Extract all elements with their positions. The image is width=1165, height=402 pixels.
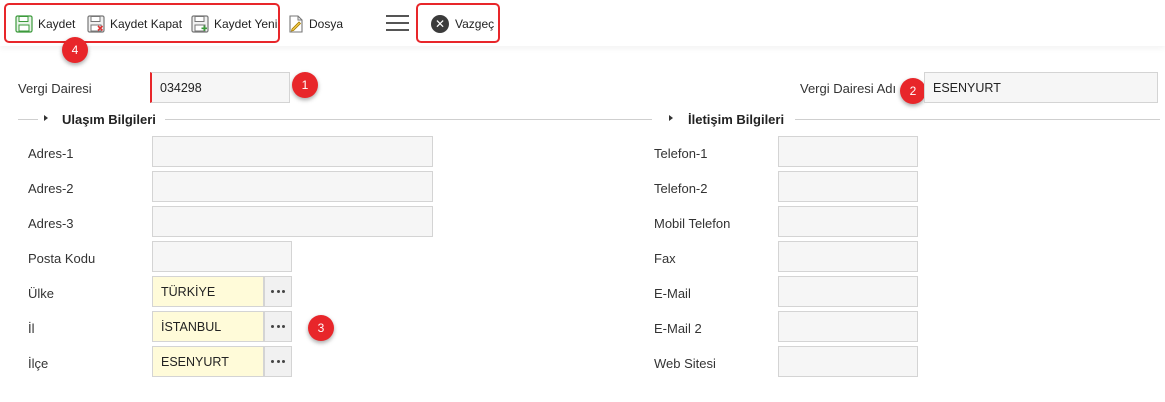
menu-icon[interactable] (386, 15, 409, 33)
save-close-label: Kaydet Kapat (110, 17, 183, 31)
save-close-icon (87, 15, 105, 33)
step-badge-1: 1 (292, 72, 318, 98)
email-input[interactable] (778, 276, 918, 307)
country-lookup-button[interactable] (264, 276, 292, 307)
city-lookup-button[interactable] (264, 311, 292, 342)
address2-label: Adres-2 (28, 181, 74, 196)
step-badge-4: 4 (62, 37, 88, 63)
phone2-label: Telefon-2 (654, 181, 708, 196)
address3-input[interactable] (152, 206, 433, 237)
postal-code-input[interactable] (152, 241, 292, 272)
tax-office-input[interactable] (150, 72, 290, 103)
contact-section-line (795, 119, 1160, 120)
email-label: E-Mail (654, 286, 691, 301)
cancel-button[interactable]: ✕ Vazgeç (431, 12, 494, 36)
more-dots-icon (270, 290, 287, 293)
address-section-title: Ulaşım Bilgileri (62, 112, 156, 127)
save-new-button[interactable]: Kaydet Yeni (190, 12, 277, 36)
expand-caret-icon[interactable] (44, 115, 48, 121)
address3-label: Adres-3 (28, 216, 74, 231)
district-lookup-button[interactable] (264, 346, 292, 377)
save-button[interactable]: Kaydet (14, 12, 75, 36)
postal-code-label: Posta Kodu (28, 251, 96, 266)
tax-office-name-input[interactable] (924, 72, 1158, 103)
website-input[interactable] (778, 346, 918, 377)
save-icon (15, 15, 33, 33)
phone2-input[interactable] (778, 171, 918, 202)
address2-input[interactable] (152, 171, 433, 202)
step-badge-3: 3 (308, 315, 334, 341)
file-icon (289, 15, 303, 33)
address-section-line-left (18, 119, 38, 120)
save-close-button[interactable]: Kaydet Kapat (86, 12, 182, 36)
close-icon: ✕ (431, 15, 449, 33)
address-section-line-right (165, 119, 652, 120)
city-input[interactable] (152, 311, 264, 342)
file-label: Dosya (309, 17, 344, 31)
save-new-label: Kaydet Yeni (214, 17, 278, 31)
phone1-input[interactable] (778, 136, 918, 167)
district-label: İlçe (28, 356, 49, 371)
email2-label: E-Mail 2 (654, 321, 702, 336)
step-badge-2: 2 (900, 78, 926, 104)
city-label: İl (28, 321, 35, 336)
file-button[interactable]: Dosya (287, 12, 343, 36)
country-input[interactable] (152, 276, 264, 307)
tax-office-label: Vergi Dairesi (18, 81, 92, 96)
contact-section-title: İletişim Bilgileri (688, 112, 785, 127)
cancel-label: Vazgeç (455, 17, 495, 31)
more-dots-icon (270, 360, 287, 363)
fax-input[interactable] (778, 241, 918, 272)
tax-office-name-label: Vergi Dairesi Adı (800, 81, 897, 96)
mobile-phone-label: Mobil Telefon (654, 216, 731, 231)
save-new-icon (191, 15, 209, 33)
email2-input[interactable] (778, 311, 918, 342)
save-label: Kaydet (38, 17, 76, 31)
country-label: Ülke (28, 286, 55, 301)
more-dots-icon (270, 325, 287, 328)
district-input[interactable] (152, 346, 264, 377)
phone1-label: Telefon-1 (654, 146, 708, 161)
address1-label: Adres-1 (28, 146, 74, 161)
expand-caret-icon[interactable] (669, 115, 673, 121)
mobile-phone-input[interactable] (778, 206, 918, 237)
address1-input[interactable] (152, 136, 433, 167)
fax-label: Fax (654, 251, 676, 266)
website-label: Web Sitesi (654, 356, 716, 371)
toolbar: Kaydet Kaydet Kapat Kaydet Yeni Dosya ✕ … (0, 0, 1165, 46)
